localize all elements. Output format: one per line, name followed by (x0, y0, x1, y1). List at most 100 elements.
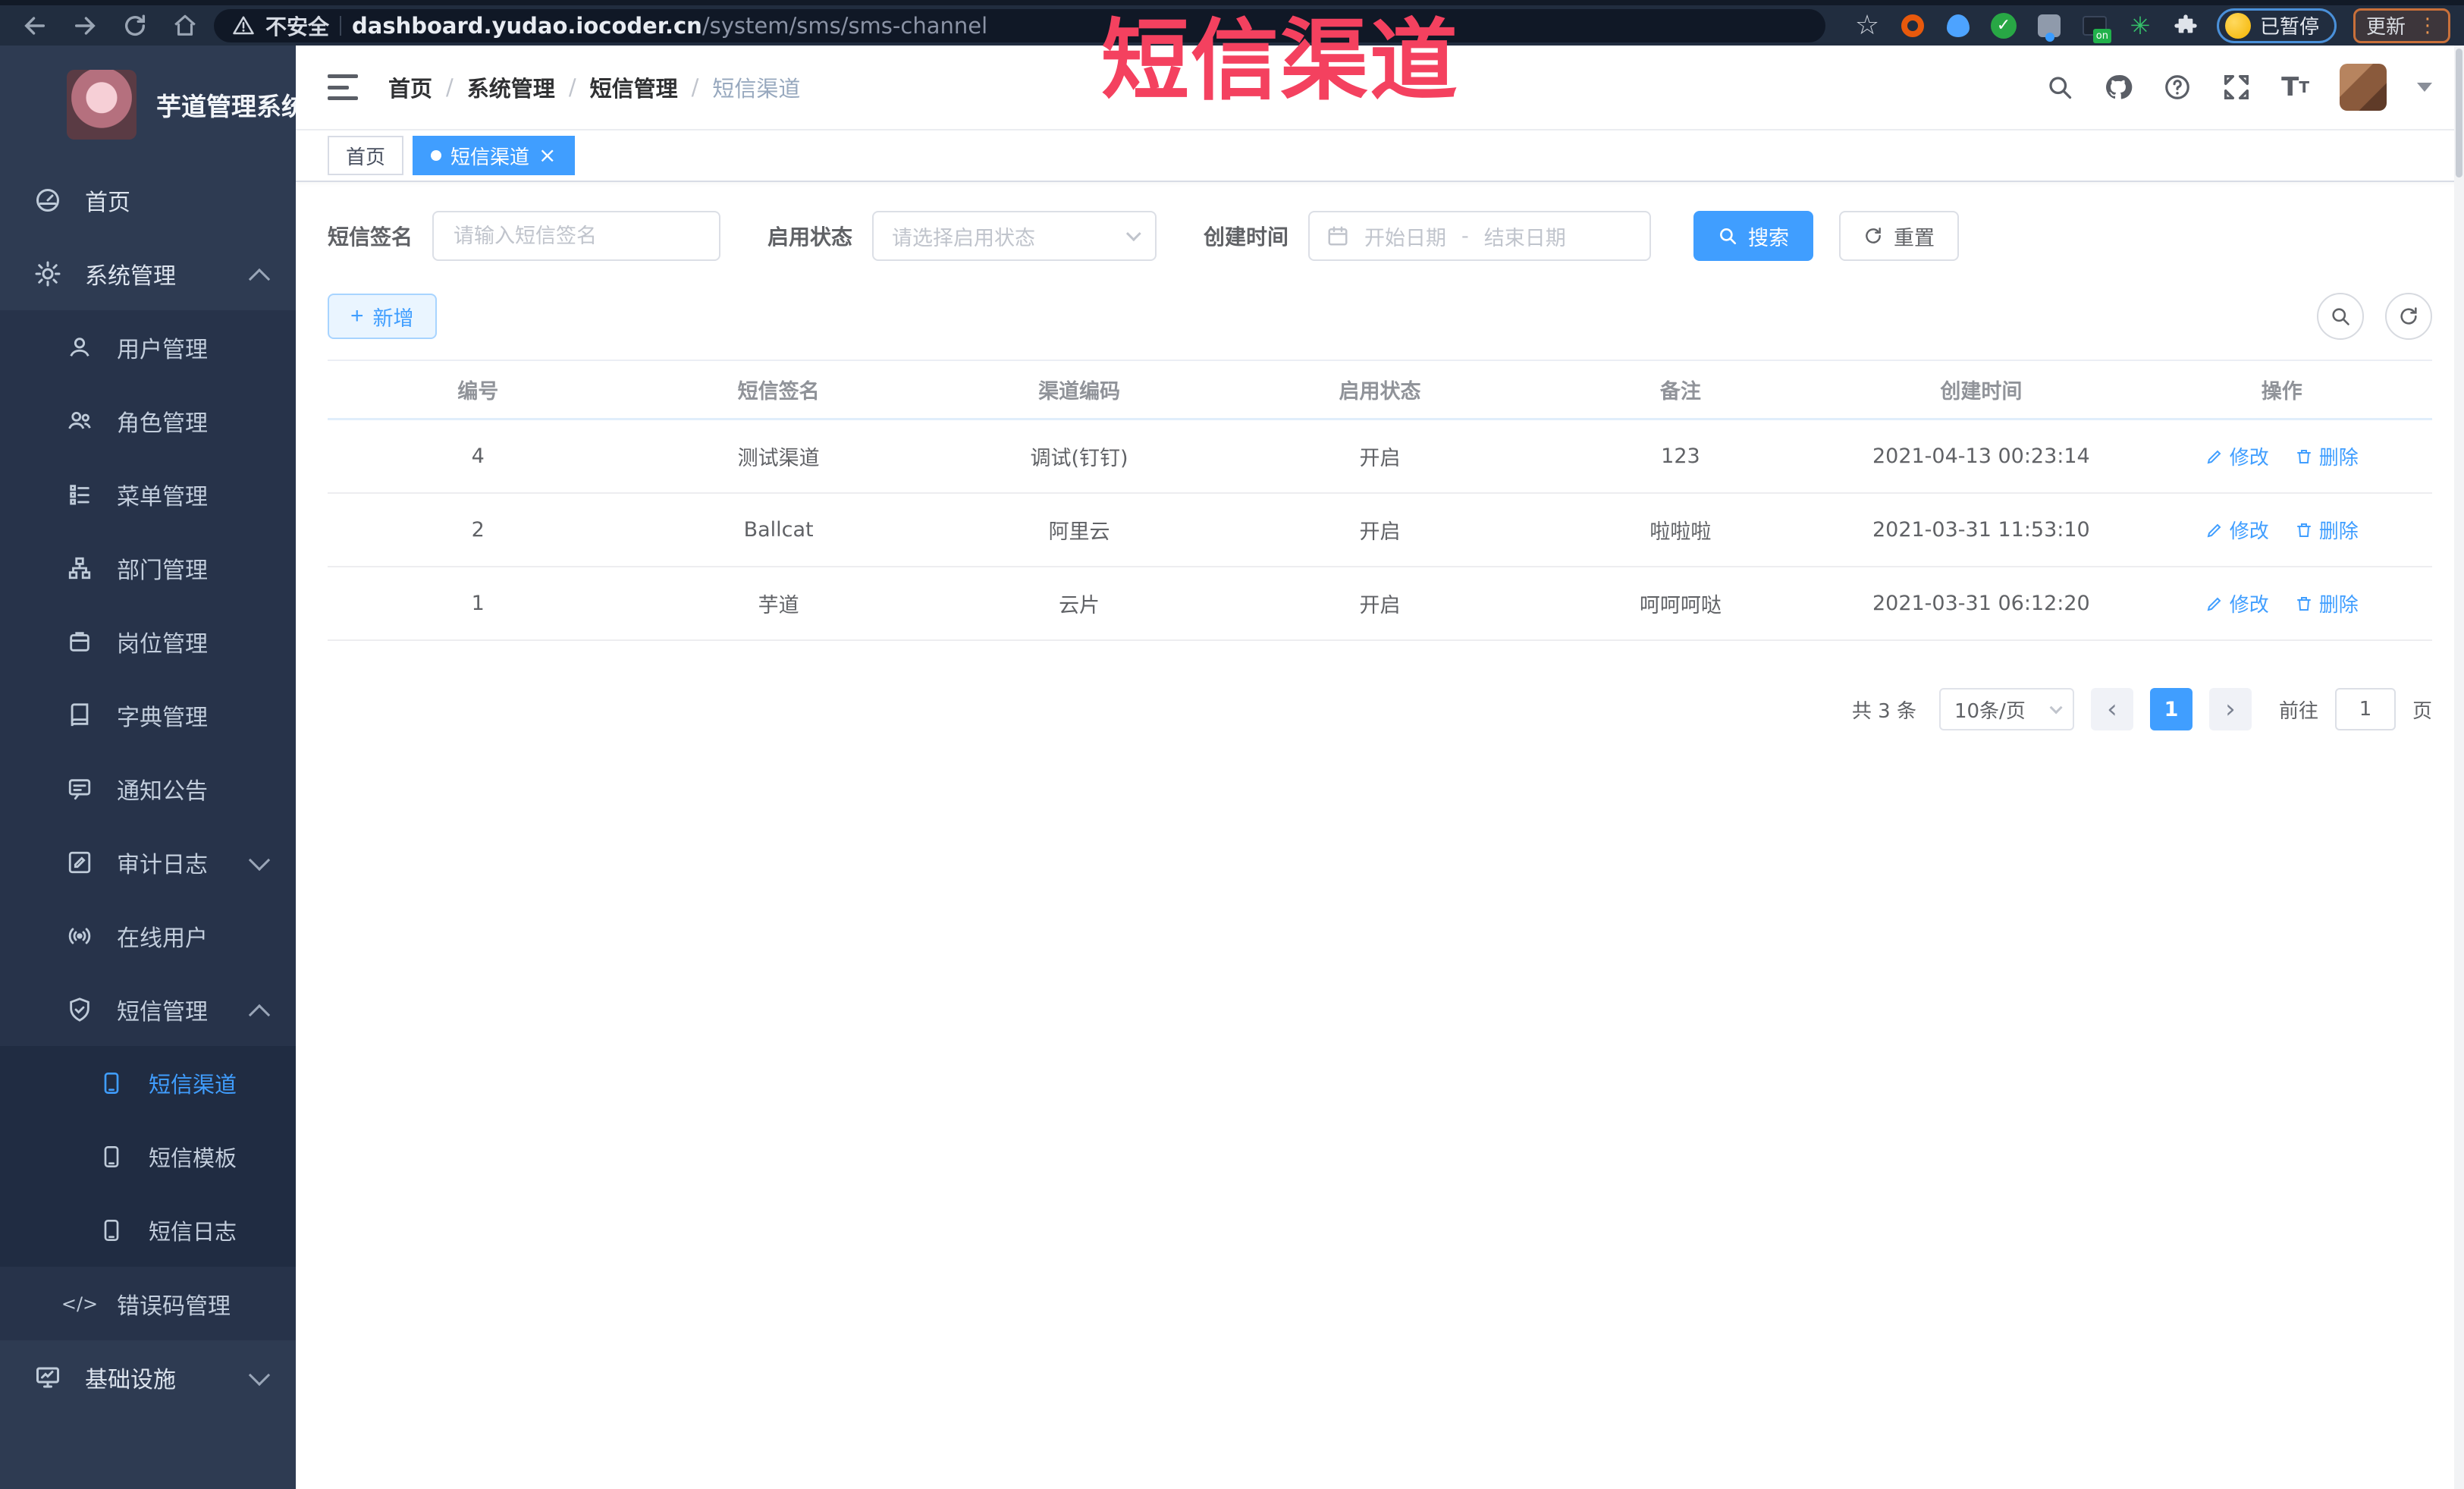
sign-label: 短信签名 (328, 225, 413, 250)
tab-sms-channel[interactable]: 短信渠道 × (413, 136, 575, 175)
extension-orange-icon[interactable] (1898, 11, 1927, 40)
prev-page-button[interactable]: ‹ (2090, 688, 2133, 730)
phone-icon (97, 1145, 126, 1169)
calendar-icon (1326, 225, 1349, 247)
sidebar: 芋道管理系统 首页 系统管理 用户管理 角色管理 菜单管理 部门管理 岗位管理 … (0, 46, 296, 1489)
fullscreen-icon[interactable] (2222, 73, 2251, 102)
sidebar-item-sms[interactable]: 短信管理 (0, 972, 296, 1046)
edit-link[interactable]: 修改 (2205, 516, 2269, 544)
extension-blue-drop-icon[interactable] (1944, 11, 1973, 40)
address-bar[interactable]: 不安全 dashboard.yudao.iocoder.cn/system/sm… (214, 8, 1825, 42)
delete-link[interactable]: 删除 (2295, 516, 2359, 544)
scrollbar-thumb[interactable] (2456, 49, 2462, 177)
status-text: 开启 (1359, 594, 1401, 617)
sidebar-item-home[interactable]: 首页 (0, 163, 296, 237)
table-row: 2 Ballcat 阿里云 开启 啦啦啦 2021-03-31 11:53:10… (328, 494, 2432, 567)
edit-link[interactable]: 修改 (2205, 442, 2269, 470)
broadcast-icon (65, 923, 94, 949)
security-label[interactable]: 不安全 (265, 11, 329, 41)
extension-dark-on-icon[interactable] (2080, 11, 2111, 43)
help-icon[interactable] (2163, 73, 2192, 102)
url-separator (340, 15, 342, 36)
github-icon[interactable] (2104, 73, 2133, 102)
sidebar-item-sms-log[interactable]: 短信日志 (0, 1193, 296, 1267)
browser-back-icon[interactable] (14, 8, 56, 43)
sidebar-item-announcements[interactable]: 通知公告 (0, 752, 296, 825)
browser-forward-icon[interactable] (64, 8, 106, 43)
close-icon[interactable]: × (538, 145, 556, 166)
table-header-row: 编号 短信签名 渠道编码 启用状态 备注 创建时间 操作 (328, 361, 2432, 420)
breadcrumb-system[interactable]: 系统管理 (467, 71, 555, 103)
edit-link[interactable]: 修改 (2205, 589, 2269, 617)
sidebar-item-users[interactable]: 用户管理 (0, 310, 296, 384)
sidebar-toggle-icon[interactable] (328, 74, 358, 100)
sidebar-item-sms-channel[interactable]: 短信渠道 (0, 1046, 296, 1120)
extension-green-check-icon[interactable]: ✓ (1989, 11, 2018, 40)
search-icon[interactable] (2046, 74, 2073, 101)
sidebar-item-sms-template[interactable]: 短信模板 (0, 1120, 296, 1193)
sidebar-item-menus[interactable]: 菜单管理 (0, 457, 296, 531)
user-avatar[interactable] (2340, 64, 2387, 111)
chevron-down-icon (2049, 701, 2063, 715)
page-size-select[interactable]: 10条/页 (1938, 688, 2074, 730)
extension-leaf-icon[interactable]: ✳ (2126, 11, 2155, 40)
end-date-placeholder: 结束日期 (1483, 226, 1566, 250)
paused-label: 已暂停 (2259, 16, 2319, 39)
emoji-avatar-icon (2224, 12, 2251, 39)
refresh-button[interactable] (2385, 293, 2432, 340)
browser-update-button[interactable]: 更新 ⋮ (2353, 8, 2450, 43)
sign-input[interactable] (432, 211, 721, 261)
tab-home[interactable]: 首页 (328, 136, 404, 175)
goto-page-input[interactable] (2334, 688, 2396, 730)
sidebar-item-roles[interactable]: 角色管理 (0, 384, 296, 457)
search-button[interactable]: 搜索 (1693, 211, 1814, 261)
breadcrumb-home[interactable]: 首页 (388, 71, 432, 103)
app-logo-row[interactable]: 芋道管理系统 (0, 46, 296, 163)
extension-grid-icon[interactable] (2035, 11, 2064, 42)
extensions-puzzle-icon[interactable] (2171, 11, 2200, 40)
font-size-icon[interactable]: TT (2281, 74, 2309, 100)
url-text[interactable]: dashboard.yudao.iocoder.cn/system/sms/sm… (352, 13, 987, 39)
sidebar-item-online-users[interactable]: 在线用户 (0, 899, 296, 972)
status-text: 开启 (1359, 520, 1401, 544)
gear-icon (33, 260, 62, 287)
profile-paused-badge[interactable]: 已暂停 (2216, 8, 2337, 43)
add-button[interactable]: + 新增 (328, 294, 437, 339)
bookmark-star-icon[interactable]: ☆ (1853, 11, 1882, 40)
sidebar-item-infrastructure[interactable]: 基础设施 (0, 1340, 296, 1414)
browser-home-icon[interactable] (164, 8, 206, 43)
table-row: 4 测试渠道 调试(钉钉) 开启 123 2021-04-13 00:23:14… (328, 420, 2432, 494)
sidebar-item-system[interactable]: 系统管理 (0, 237, 296, 310)
page-unit-label: 页 (2412, 699, 2432, 723)
monitor-icon (33, 1364, 62, 1391)
status-text: 开启 (1359, 447, 1401, 470)
avatar-caret-icon[interactable] (2417, 83, 2432, 92)
sidebar-item-dictionary[interactable]: 字典管理 (0, 678, 296, 752)
breadcrumb-sms[interactable]: 短信管理 (590, 71, 678, 103)
current-page-button[interactable]: 1 (2149, 688, 2192, 730)
table-toolbar: + 新增 (328, 293, 2432, 340)
badge-icon (65, 629, 94, 655)
delete-link[interactable]: 删除 (2295, 442, 2359, 470)
browser-menu-dots-icon[interactable]: ⋮ (2418, 16, 2437, 36)
reset-button[interactable]: 重置 (1839, 211, 1960, 261)
chevron-down-icon (248, 1364, 271, 1387)
sidebar-item-error-codes[interactable]: </> 错误码管理 (0, 1267, 296, 1340)
toggle-search-button[interactable] (2317, 293, 2364, 340)
sidebar-item-departments[interactable]: 部门管理 (0, 531, 296, 605)
browser-reload-icon[interactable] (114, 8, 156, 43)
user-icon (65, 335, 94, 360)
delete-link[interactable]: 删除 (2295, 589, 2359, 617)
sidebar-item-posts[interactable]: 岗位管理 (0, 605, 296, 678)
next-page-button[interactable]: › (2208, 688, 2252, 730)
table-row: 1 芋道 云片 开启 呵呵呵哒 2021-03-31 06:12:20 修改 删… (328, 567, 2432, 641)
date-range-picker[interactable]: 开始日期 - 结束日期 (1308, 211, 1652, 261)
app-title: 芋道管理系统 (156, 91, 296, 121)
pagination: 共 3 条 10条/页 ‹ 1 › 前往 页 (328, 688, 2432, 730)
sidebar-item-audit-logs[interactable]: 审计日志 (0, 825, 296, 899)
breadcrumb-current: 短信渠道 (712, 76, 801, 102)
status-label: 启用状态 (767, 225, 853, 250)
scrollbar[interactable] (2454, 46, 2464, 1489)
status-select[interactable]: 请选择启用状态 (872, 211, 1157, 261)
start-date-placeholder: 开始日期 (1364, 226, 1447, 250)
